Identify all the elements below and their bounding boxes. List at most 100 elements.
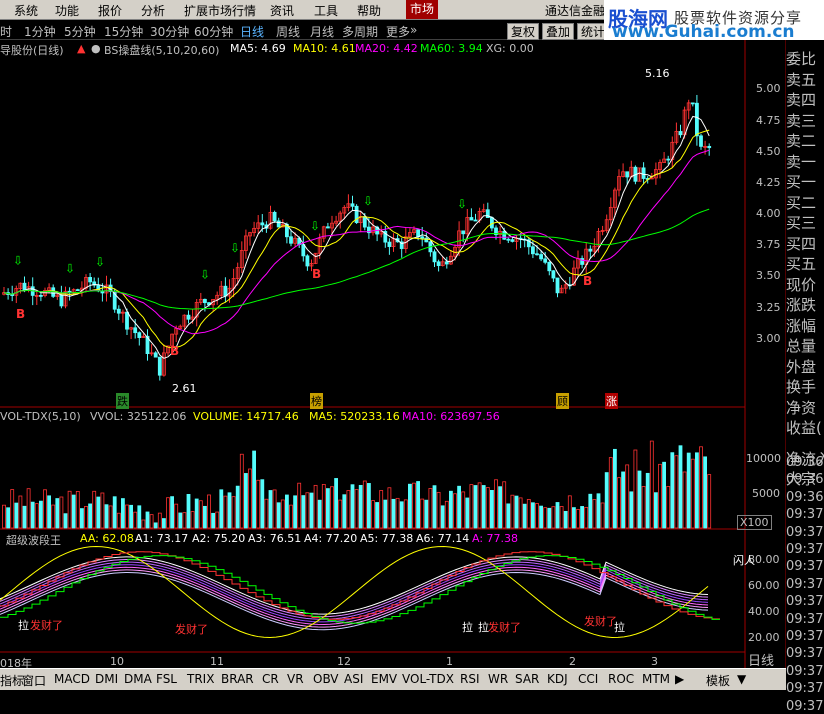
volume-bar [654, 492, 658, 529]
tab-roc[interactable]: ROC [608, 672, 634, 686]
price-tick: 3.50 [756, 269, 781, 282]
tab-vr[interactable]: VR [287, 672, 304, 686]
tick-time: 09:37 [786, 594, 824, 610]
volume-bar [588, 493, 593, 529]
tick-time: 09:37 [786, 507, 824, 523]
osc-aa: AA: 62.08 [80, 532, 134, 545]
volume-bar [149, 514, 154, 529]
volume-bar [506, 503, 511, 529]
volume-bar [10, 489, 15, 529]
volume-bar [391, 498, 396, 529]
volume-bar [416, 481, 421, 529]
tab-brar[interactable]: BRAR [221, 672, 254, 686]
volume-bar [108, 505, 113, 529]
tab-trix[interactable]: TRIX [187, 672, 214, 686]
tick-time: 09:37 [786, 559, 824, 575]
volume-tick: 10000 [746, 452, 781, 465]
down-arrow-icon: ⇩ [230, 241, 240, 255]
volume-bar [104, 504, 109, 529]
volume-bar [432, 485, 437, 529]
volume-bar [383, 499, 388, 529]
volume-bar [543, 507, 548, 529]
tab-cci[interactable]: CCI [578, 672, 598, 686]
osc-side-label: 闪人 [733, 554, 755, 567]
volume-ma5-value: MA5: 520233.16 [309, 410, 400, 423]
volume-bar [604, 472, 609, 529]
volume-bar [678, 445, 683, 529]
tab-obv[interactable]: OBV [313, 672, 339, 686]
volume-bar [703, 456, 707, 529]
volume-bar [51, 504, 56, 529]
tick-time: 09:36 [786, 472, 824, 488]
price-tick: 4.50 [756, 145, 781, 158]
signal-box: 跌 [116, 393, 129, 409]
buy-signal-marker: B [312, 267, 321, 281]
volume-bar [231, 496, 236, 529]
candle-body [362, 216, 367, 228]
candle-body [10, 294, 15, 296]
volume-bar [293, 495, 298, 529]
candle-body [223, 285, 228, 297]
tab-fsl[interactable]: FSL [156, 672, 177, 686]
volume-bar [502, 481, 507, 529]
candle-body [641, 167, 646, 179]
tab-indicator[interactable]: 指标 [0, 672, 24, 689]
volume-title: VOL-TDX(5,10) [0, 410, 81, 423]
candle-body [272, 211, 277, 222]
down-arrow-icon: ⇩ [200, 268, 210, 282]
ma5-line [3, 115, 710, 359]
candle-body [432, 251, 437, 263]
tab-asi[interactable]: ASI [344, 672, 363, 686]
tick-time: 09:37 [786, 611, 824, 627]
candle-body [678, 131, 683, 136]
volume-bar [662, 461, 666, 529]
volume-bar [366, 483, 371, 529]
volume-bar [621, 471, 625, 529]
candle-body [461, 230, 466, 235]
tick-time: 09:37 [786, 629, 824, 644]
candle-body [436, 261, 441, 266]
candle-body [59, 294, 64, 307]
volume-bar [59, 496, 64, 529]
candle-body [535, 253, 539, 256]
tab-sar[interactable]: SAR [515, 672, 539, 686]
tab-kdj[interactable]: KDJ [547, 672, 568, 686]
tab-window[interactable]: 窗口 [22, 672, 46, 689]
ma20-line [3, 149, 710, 335]
tab-vol-tdx[interactable]: VOL-TDX [402, 672, 454, 686]
volume-bar [403, 499, 408, 529]
volume-bar [551, 506, 556, 529]
tab-mtm[interactable]: MTM [642, 672, 670, 686]
tab-macd[interactable]: MACD [54, 672, 90, 686]
tab-rsi[interactable]: RSI [460, 672, 480, 686]
volume-bar [67, 490, 72, 529]
candle-body [125, 311, 129, 330]
volume-bar [276, 502, 281, 529]
volume-bar [682, 471, 687, 529]
candle-body [695, 102, 699, 137]
tab-dma[interactable]: DMA [124, 672, 152, 686]
tab-cr[interactable]: CR [262, 672, 279, 686]
tick-time: 09:37 [786, 524, 824, 540]
candle-body [469, 217, 474, 221]
volume-bar [481, 485, 486, 529]
high-price-label: 5.16 [645, 67, 670, 80]
chart-canvas: ⇩ ⇩ ⇩ ⇩ ⇩ ⇩ ⇩ ⇩ B B B B [0, 40, 787, 690]
volume-bar [198, 500, 203, 529]
volume-bar [223, 495, 228, 529]
osc-a3: A3: 76.51 [248, 532, 302, 545]
quote-field-label: 卖三 [786, 111, 817, 130]
tab-emv[interactable]: EMV [371, 672, 397, 686]
chevron-right-icon[interactable]: ▶ [675, 672, 684, 686]
quote-field-label: 买五 [786, 255, 817, 273]
volume-bar [14, 502, 19, 529]
tab-wr[interactable]: WR [488, 672, 508, 686]
chevron-down-icon[interactable]: ▼ [737, 672, 746, 686]
quote-field-label: 卖二 [786, 132, 817, 150]
template-button[interactable]: 模板 [706, 672, 730, 689]
volume-bar [350, 484, 355, 529]
volume-bar [112, 496, 117, 529]
tab-dmi[interactable]: DMI [95, 672, 118, 686]
price-tick: 3.75 [756, 238, 781, 251]
candle-body [699, 135, 703, 147]
